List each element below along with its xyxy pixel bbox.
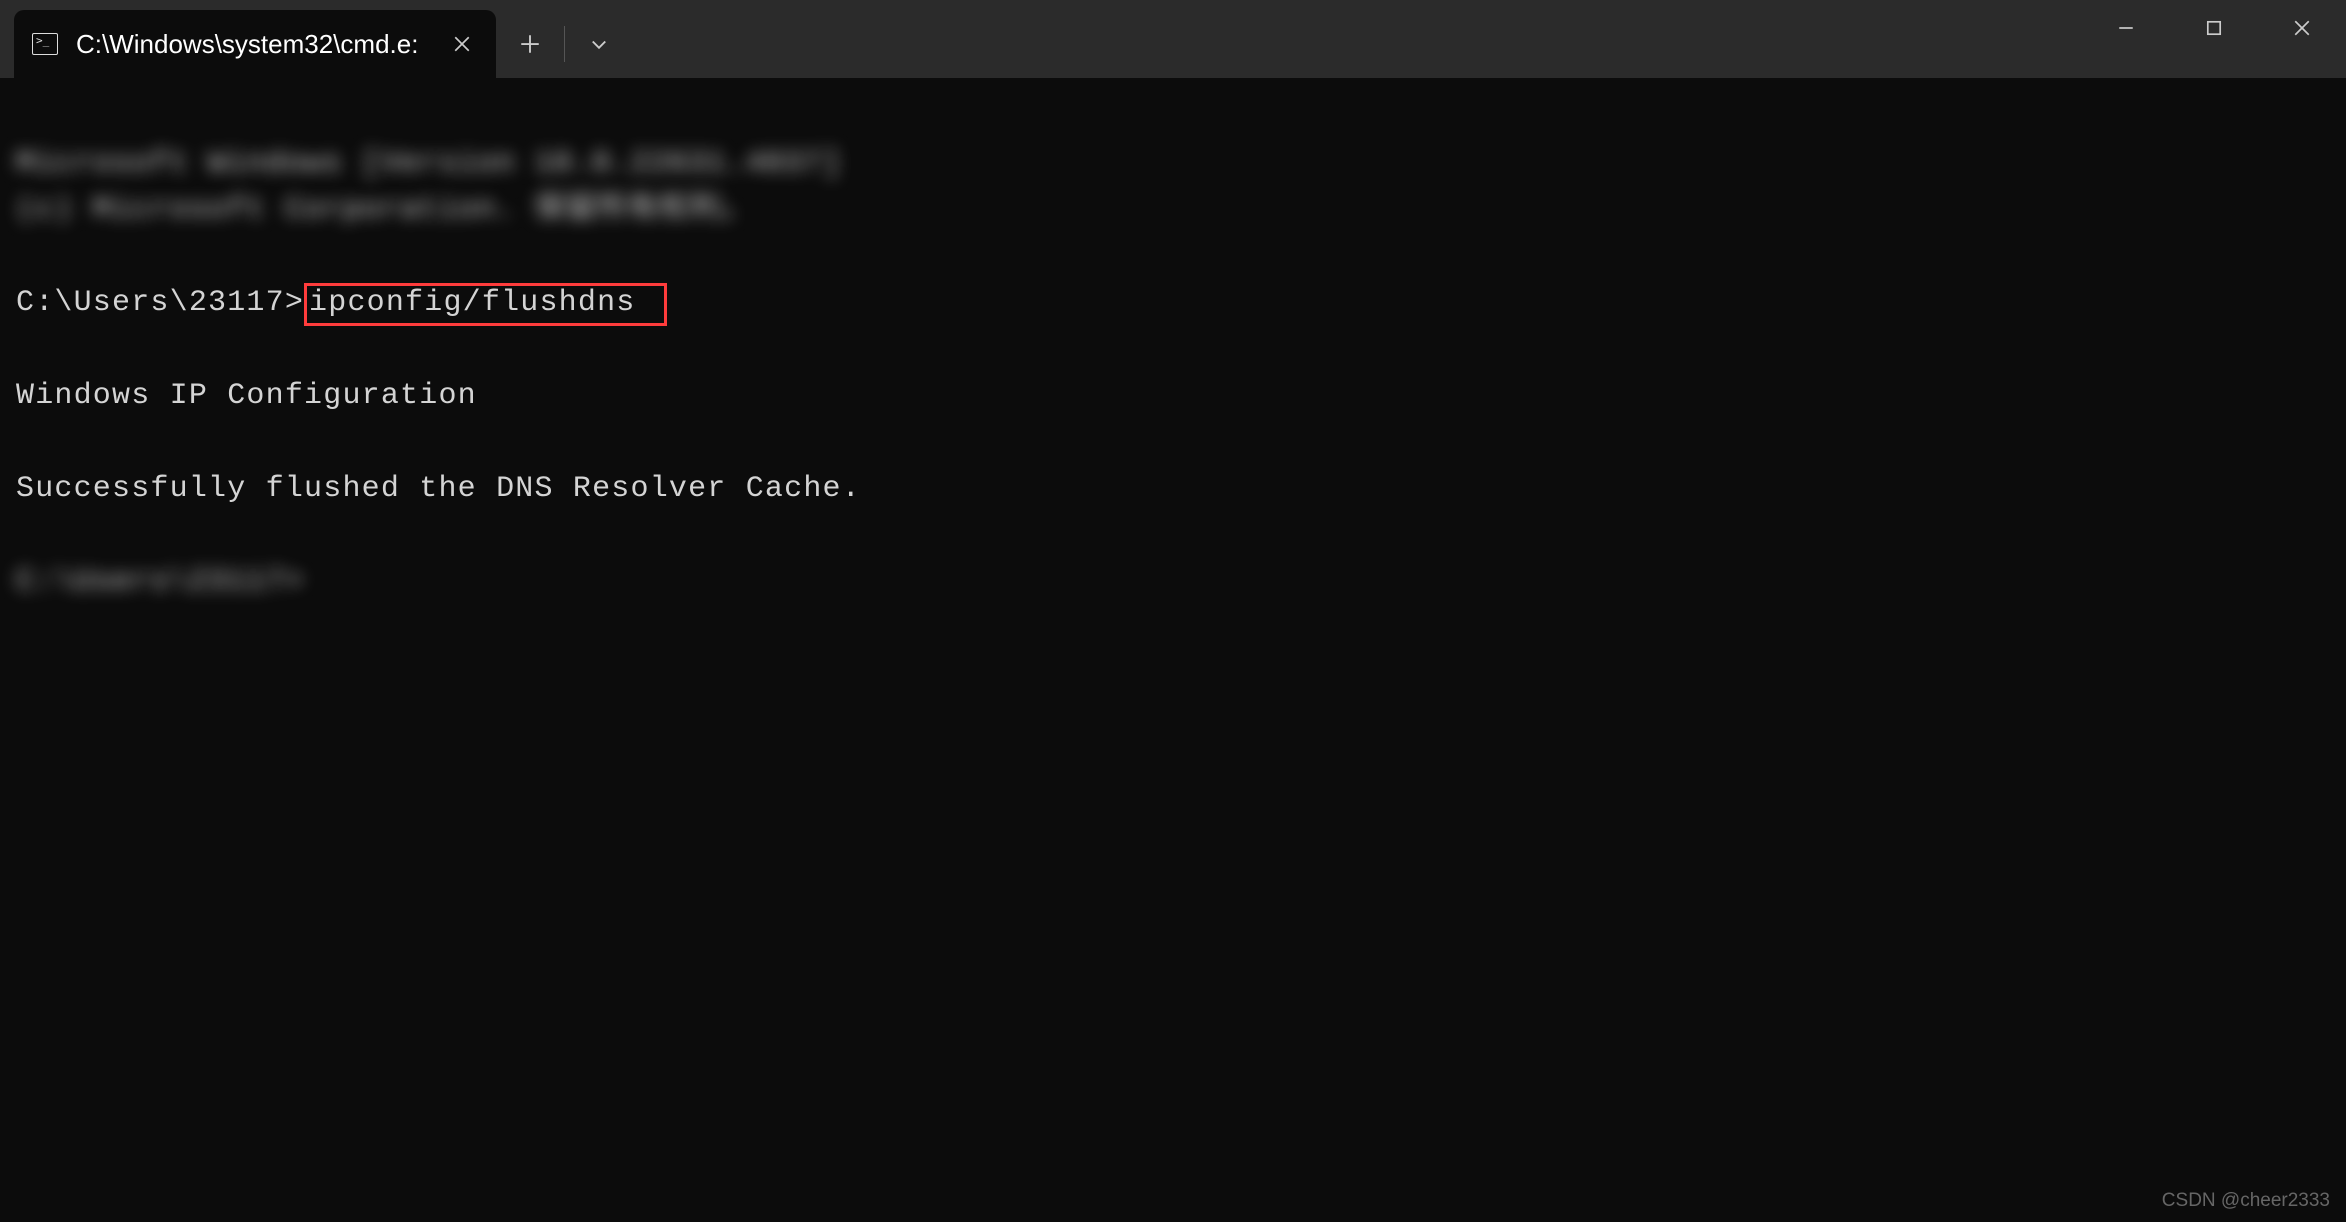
close-icon (453, 35, 471, 53)
chevron-down-icon (589, 34, 609, 54)
maximize-button[interactable] (2170, 0, 2258, 56)
window-controls (2082, 0, 2346, 56)
terminal-output[interactable]: Microsoft Windows [Version 10.0.22631.40… (0, 78, 2346, 622)
blurred-header-line2: (c) Microsoft Corporation. 保留所有权利。 (16, 187, 2330, 234)
output-heading: Windows IP Configuration (16, 379, 477, 413)
tab-close-button[interactable] (446, 28, 478, 60)
minimize-button[interactable] (2082, 0, 2170, 56)
output-message: Successfully flushed the DNS Resolver Ca… (16, 472, 861, 506)
blurred-prompt: C:\Users\23117> (16, 565, 304, 599)
tab-active[interactable]: C:\Windows\system32\cmd.e: (14, 10, 496, 78)
new-tab-button[interactable] (502, 16, 558, 72)
terminal-icon (32, 33, 58, 55)
minimize-icon (2117, 19, 2135, 37)
tab-title: C:\Windows\system32\cmd.e: (76, 29, 418, 60)
watermark: CSDN @cheer2333 (2162, 1190, 2330, 1212)
plus-icon (520, 34, 540, 54)
maximize-icon (2205, 19, 2223, 37)
tab-dropdown-button[interactable] (571, 16, 627, 72)
prompt-text: C:\Users\23117> (16, 286, 304, 320)
close-window-button[interactable] (2258, 0, 2346, 56)
highlighted-command: ipconfig/flushdns (304, 283, 666, 326)
title-bar: C:\Windows\system32\cmd.e: (0, 0, 2346, 78)
close-icon (2293, 19, 2311, 37)
blurred-header-line1: Microsoft Windows [Version 10.0.22631.40… (16, 141, 2330, 188)
titlebar-divider (564, 26, 565, 62)
